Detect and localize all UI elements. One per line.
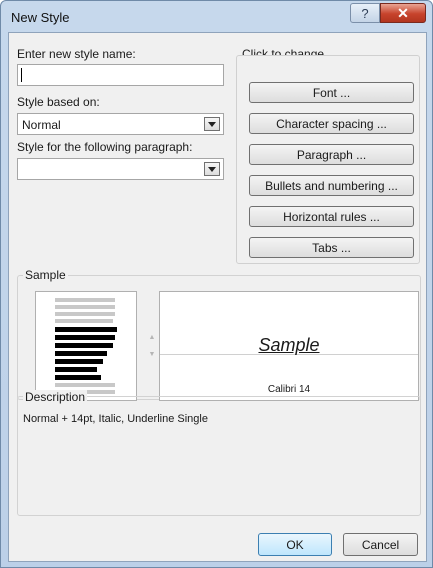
dialog-body: Enter new style name: Style based on: No… [8,32,427,562]
ok-button[interactable]: OK [258,533,332,556]
based-on-label: Style based on: [17,95,100,109]
paragraph-button[interactable]: Paragraph ... [249,144,414,165]
based-on-select[interactable]: Normal [17,113,224,135]
click-to-change-panel: Font ... Character spacing ... Paragraph… [236,55,420,264]
sample-group-label: Sample [23,268,68,282]
chevron-down-icon[interactable] [204,162,220,176]
window-title: New Style [11,10,70,25]
font-button[interactable]: Font ... [249,82,414,103]
title-bar[interactable]: New Style ? ✕ [1,1,433,33]
description-group-label: Description [23,390,88,404]
horizontal-rules-button[interactable]: Horizontal rules ... [249,206,414,227]
help-button[interactable]: ? [350,3,380,23]
character-spacing-label: Character spacing ... [276,116,387,131]
spin-up-icon[interactable]: ▲ [148,334,156,342]
font-button-label: Font ... [312,85,351,100]
spin-down-icon[interactable]: ▼ [148,351,156,359]
horizontal-rules-label: Horizontal rules ... [283,209,380,224]
help-icon: ? [361,5,369,21]
paragraph-button-label: Paragraph ... [296,147,367,162]
description-text: Normal + 14pt, Italic, Underline Single [23,413,208,425]
ok-button-label: OK [286,537,304,552]
style-name-input[interactable] [17,64,224,86]
tabs-button-label: Tabs ... [312,240,351,255]
close-button[interactable]: ✕ [380,3,426,23]
character-spacing-button[interactable]: Character spacing ... [249,113,414,134]
chevron-down-icon[interactable] [204,117,220,131]
font-caption: Calibri 14 [267,384,311,395]
close-icon: ✕ [397,4,409,21]
paragraph-preview [35,291,137,401]
new-style-dialog: New Style ? ✕ Enter new style name: Styl… [0,0,433,568]
bullets-numbering-button[interactable]: Bullets and numbering ... [249,175,414,196]
following-paragraph-select[interactable] [17,158,224,180]
character-preview: Sample Calibri 14 [159,291,419,401]
cancel-button-label: Cancel [361,537,400,552]
sample-preview-text: Sample [258,335,320,355]
based-on-value: Normal [22,118,61,132]
following-paragraph-label: Style for the following paragraph: [17,140,193,154]
bullets-numbering-label: Bullets and numbering ... [265,178,398,193]
tabs-button[interactable]: Tabs ... [249,237,414,258]
style-name-label: Enter new style name: [17,47,136,61]
text-cursor [21,68,22,82]
cancel-button[interactable]: Cancel [343,533,418,556]
